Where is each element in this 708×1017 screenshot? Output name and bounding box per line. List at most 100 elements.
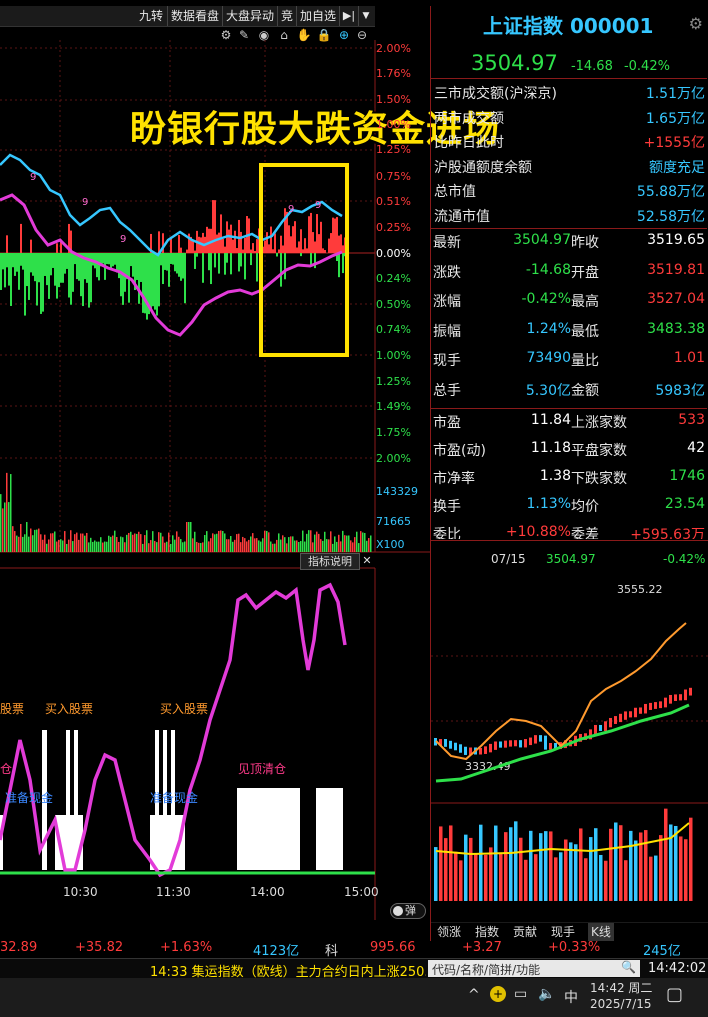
indicator-help-button[interactable]: 指标说明 (300, 553, 360, 570)
pct-tick: 1.00% (376, 118, 411, 131)
indicator-close-icon[interactable]: ✕ (360, 553, 374, 568)
volume-bar (190, 522, 192, 552)
volume-bar (352, 542, 354, 552)
flow-bar-up (234, 230, 236, 253)
volume-bar (98, 541, 100, 552)
popup-toggle[interactable]: 弹 (390, 903, 426, 919)
ime-indicator[interactable]: 中 (564, 987, 578, 1007)
volume-bar (186, 522, 188, 552)
notification-icon[interactable]: ▢ (666, 984, 683, 1005)
volume-bar (336, 541, 338, 552)
volume-bar (318, 533, 320, 552)
kline-candle (669, 694, 672, 704)
taskbar-time[interactable]: 14:42 周二 (590, 979, 652, 996)
flow-bar-down (130, 253, 132, 267)
pct-tick: 1.25% (376, 375, 411, 388)
volume-bar (204, 535, 206, 552)
flow-bar-up (230, 224, 232, 253)
volume-bar (138, 531, 140, 552)
volume-bar (0, 494, 2, 552)
stat-row: 比昨日此时 +1555亿 (431, 132, 707, 156)
strip-board[interactable]: 科 (325, 940, 338, 959)
search-placeholder: 代码/名称/简拼/功能 (432, 963, 541, 977)
flow-bar-up (282, 245, 284, 253)
quote-row: 市净率 1.38 下跌家数 1746 (431, 468, 707, 496)
volume-bar (270, 541, 272, 552)
kline-candle (689, 687, 692, 696)
kline-candle (524, 739, 527, 748)
flow-bar-down (14, 253, 16, 276)
volume-bar (256, 538, 258, 552)
flow-bar-down (172, 253, 174, 265)
volume-bar (184, 541, 186, 552)
flow-bar-down (54, 253, 56, 286)
plus-app-icon[interactable]: + (490, 986, 506, 1002)
flow-bar-down (124, 253, 126, 292)
flow-bar-up (186, 249, 188, 253)
chevron-up-icon[interactable]: ^ (468, 987, 480, 1003)
volume-bar (350, 540, 352, 552)
volume-bar (198, 542, 200, 552)
flow-bar-up (290, 236, 292, 253)
flow-bar-down (46, 253, 48, 286)
quote-label: 昨收 (571, 235, 599, 251)
flow-bar-up (334, 218, 336, 253)
volume-bar (214, 534, 216, 552)
code-search-input[interactable]: 代码/名称/简拼/功能 🔍 (428, 960, 640, 977)
kline-volume-bar (619, 825, 623, 901)
volume-bar (232, 541, 234, 552)
search-icon[interactable]: 🔍 (621, 960, 636, 974)
volume-bar (290, 536, 292, 552)
pct-tick: 2.00% (376, 452, 411, 465)
settings-gear-icon[interactable]: ⚙ (689, 14, 703, 33)
volume-bar (286, 543, 288, 552)
volume-bar (152, 531, 154, 552)
volume-bar (68, 539, 70, 552)
kline-volume-bar (534, 854, 538, 901)
nine-marker: 9 (288, 204, 294, 215)
volume-bar (260, 541, 262, 552)
kline-candle (494, 741, 497, 750)
flow-bar-down (40, 253, 42, 314)
flow-bar-up (224, 246, 226, 253)
volume-bar (14, 531, 16, 552)
kline-volume-bar (549, 831, 553, 901)
quote-value: +10.88% (505, 524, 571, 539)
flow-bar-up (240, 231, 242, 253)
flow-bar-down (70, 253, 72, 305)
flow-bar-down (174, 253, 176, 272)
kline-volume-bar (464, 834, 468, 901)
taskbar-date[interactable]: 2025/7/15 (590, 997, 652, 1011)
volume-bar (300, 541, 302, 552)
strip-change: +35.82 (75, 940, 124, 955)
volume-bar (276, 539, 278, 552)
kline-candle (544, 735, 547, 750)
kline-candle (444, 739, 447, 747)
flow-bar-up (180, 247, 182, 253)
market-stats: 三市成交额(沪深京) 1.51万亿 两市成交额 1.65万亿 比昨日此时 +1555… (431, 79, 707, 229)
flow-bar-down (108, 253, 110, 265)
volume-icon[interactable]: 🔈 (538, 986, 555, 1002)
volume-bar (82, 533, 84, 552)
volume-bar (2, 508, 4, 552)
volume-bar (160, 532, 162, 552)
flow-bar-up (324, 249, 326, 253)
volume-bar (292, 536, 294, 552)
flow-bar-down (26, 253, 28, 287)
flow-bar-down (176, 253, 178, 274)
flow-bar-up (212, 200, 214, 253)
quote-label: 开盘 (571, 264, 599, 281)
flow-bar-down (76, 253, 78, 280)
volume-bar (308, 530, 310, 552)
volume-bar (218, 530, 220, 552)
volume-bar (314, 534, 316, 552)
kline-volume-bar (614, 822, 618, 901)
kline-volume-bar (479, 824, 483, 901)
kline-volume-bar (474, 853, 478, 901)
quote-value: 1746 (669, 468, 705, 484)
network-icon[interactable]: ▭ (514, 986, 527, 1002)
quote-row: 市盈(动) 11.18 平盘家数 42 (431, 440, 707, 468)
volume-bar (86, 532, 88, 552)
volume-bar (44, 534, 46, 552)
kline-volume-bar (624, 860, 628, 901)
